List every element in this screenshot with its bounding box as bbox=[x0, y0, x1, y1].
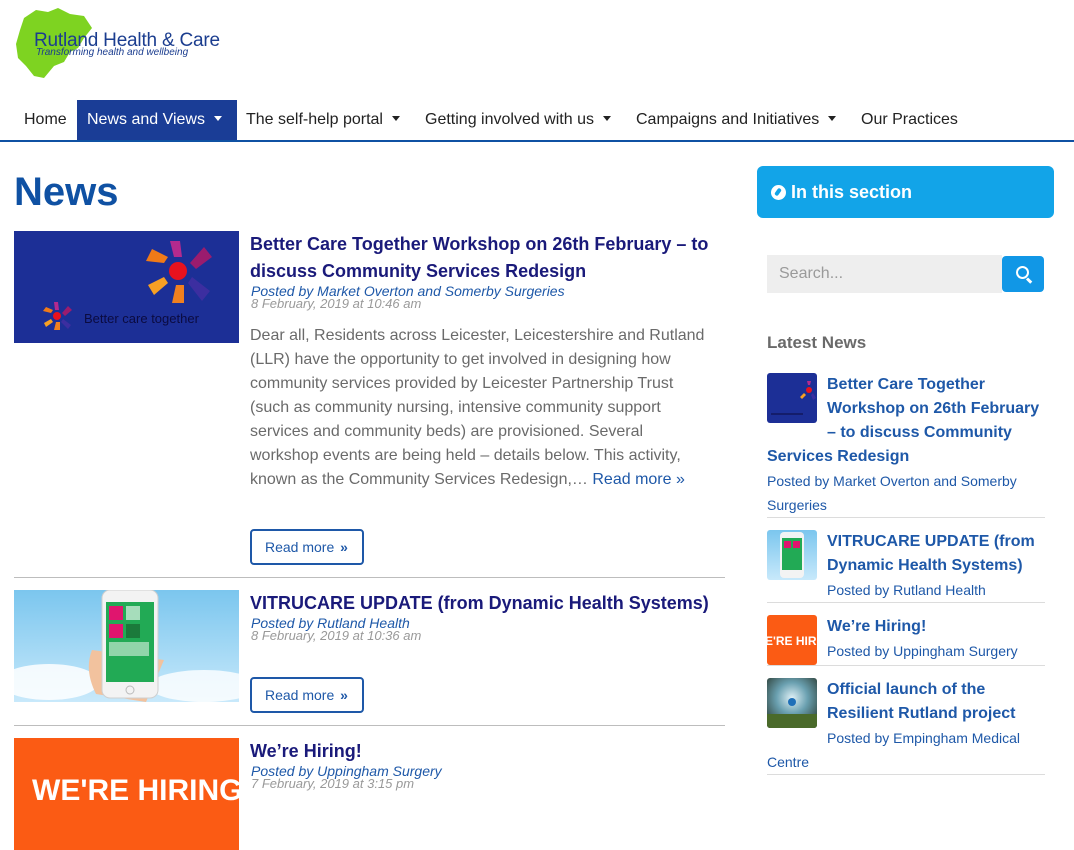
latest-news-item[interactable]: Official launch of the Resilient Rutland… bbox=[767, 678, 1045, 775]
nav-self-help-portal-label: The self-help portal bbox=[246, 111, 383, 128]
latest-news-thumbnail bbox=[767, 530, 817, 580]
post-title[interactable]: Better Care Together Workshop on 26th Fe… bbox=[250, 231, 720, 285]
better-care-logo-icon bbox=[771, 381, 816, 415]
nav-getting-involved-label: Getting involved with us bbox=[425, 111, 594, 128]
latest-news-author: Posted by Empingham Medical Centre bbox=[767, 730, 1020, 770]
better-care-logo-icon: Better care together bbox=[43, 241, 212, 330]
search-button[interactable] bbox=[1002, 256, 1044, 292]
nav-campaigns[interactable]: Campaigns and Initiatives bbox=[626, 100, 846, 140]
page-title: News bbox=[14, 170, 119, 214]
read-more-label: Read more bbox=[265, 687, 335, 703]
resilient-rutland-photo-icon bbox=[767, 698, 817, 728]
excerpt-read-more-link[interactable]: Read more » bbox=[592, 471, 685, 488]
nav-self-help-portal[interactable]: The self-help portal bbox=[236, 100, 410, 140]
were-hiring-image-text: WE'RE HIRING! bbox=[32, 774, 239, 807]
phone-in-hand-icon bbox=[14, 590, 239, 702]
main-nav: Home News and Views The self-help portal… bbox=[0, 100, 1074, 142]
post-date: 8 February, 2019 at 10:46 am bbox=[251, 296, 422, 311]
caret-down-icon bbox=[391, 116, 400, 122]
read-more-label: Read more bbox=[265, 539, 335, 555]
latest-news-thumbnail bbox=[767, 678, 817, 728]
nav-news-and-views[interactable]: News and Views bbox=[77, 100, 237, 140]
search-input[interactable] bbox=[767, 255, 1002, 293]
post-date: 8 February, 2019 at 10:36 am bbox=[251, 628, 422, 643]
nav-news-and-views-label: News and Views bbox=[87, 111, 205, 128]
latest-news-heading: Latest News bbox=[767, 333, 867, 352]
nav-our-practices-label: Our Practices bbox=[861, 111, 958, 128]
post-title[interactable]: We’re Hiring! bbox=[250, 738, 720, 765]
post-image-better-care[interactable]: Better care together bbox=[14, 231, 239, 343]
were-hiring-thumb-text: E'RE HIRIN bbox=[767, 634, 817, 648]
better-care-image-text: Better care together bbox=[84, 311, 200, 326]
latest-news-item[interactable]: E'RE HIRIN We’re Hiring! Posted by Uppin… bbox=[767, 615, 1045, 666]
nav-getting-involved[interactable]: Getting involved with us bbox=[415, 100, 621, 140]
were-hiring-banner: E'RE HIRIN bbox=[767, 634, 817, 648]
search-icon bbox=[1016, 266, 1029, 279]
caret-down-icon bbox=[213, 116, 222, 122]
latest-news-author: Posted by Rutland Health bbox=[827, 582, 986, 598]
compass-icon bbox=[771, 185, 786, 200]
phone-in-hand-icon bbox=[780, 532, 804, 578]
latest-news-item[interactable]: VITRUCARE UPDATE (from Dynamic Health Sy… bbox=[767, 530, 1045, 603]
logo-tagline: Transforming health and wellbeing bbox=[36, 47, 189, 58]
latest-news-item[interactable]: Better Care Together Workshop on 26th Fe… bbox=[767, 373, 1045, 518]
caret-down-icon bbox=[602, 116, 611, 122]
nav-campaigns-label: Campaigns and Initiatives bbox=[636, 111, 820, 128]
post-divider bbox=[14, 577, 725, 578]
post-title[interactable]: VITRUCARE UPDATE (from Dynamic Health Sy… bbox=[250, 590, 720, 617]
post-excerpt-text: Dear all, Residents across Leicester, Le… bbox=[250, 327, 705, 488]
double-chevron-right-icon: » bbox=[340, 687, 348, 703]
nav-home[interactable]: Home bbox=[14, 100, 77, 140]
latest-news-thumbnail: E'RE HIRIN bbox=[767, 615, 817, 665]
site-logo[interactable]: Rutland Health & Care Transforming healt… bbox=[14, 4, 224, 84]
were-hiring-banner: WE'RE HIRING! bbox=[32, 774, 239, 807]
latest-news-thumbnail bbox=[767, 373, 817, 423]
nav-home-label: Home bbox=[24, 111, 67, 128]
post-image-were-hiring[interactable]: WE'RE HIRING! bbox=[14, 738, 239, 850]
nav-our-practices[interactable]: Our Practices bbox=[851, 100, 968, 140]
post-divider bbox=[14, 725, 725, 726]
post-image-vitrucare[interactable] bbox=[14, 590, 239, 702]
caret-down-icon bbox=[828, 116, 837, 122]
read-more-button[interactable]: Read more » bbox=[250, 529, 364, 565]
read-more-button[interactable]: Read more » bbox=[250, 677, 364, 713]
in-this-section-label: In this section bbox=[791, 182, 913, 202]
double-chevron-right-icon: » bbox=[340, 539, 348, 555]
in-this-section-toggle[interactable]: In this section bbox=[757, 166, 1054, 218]
latest-news-author: Posted by Market Overton and Somerby Sur… bbox=[767, 473, 1017, 513]
post-excerpt: Dear all, Residents across Leicester, Le… bbox=[250, 324, 705, 492]
